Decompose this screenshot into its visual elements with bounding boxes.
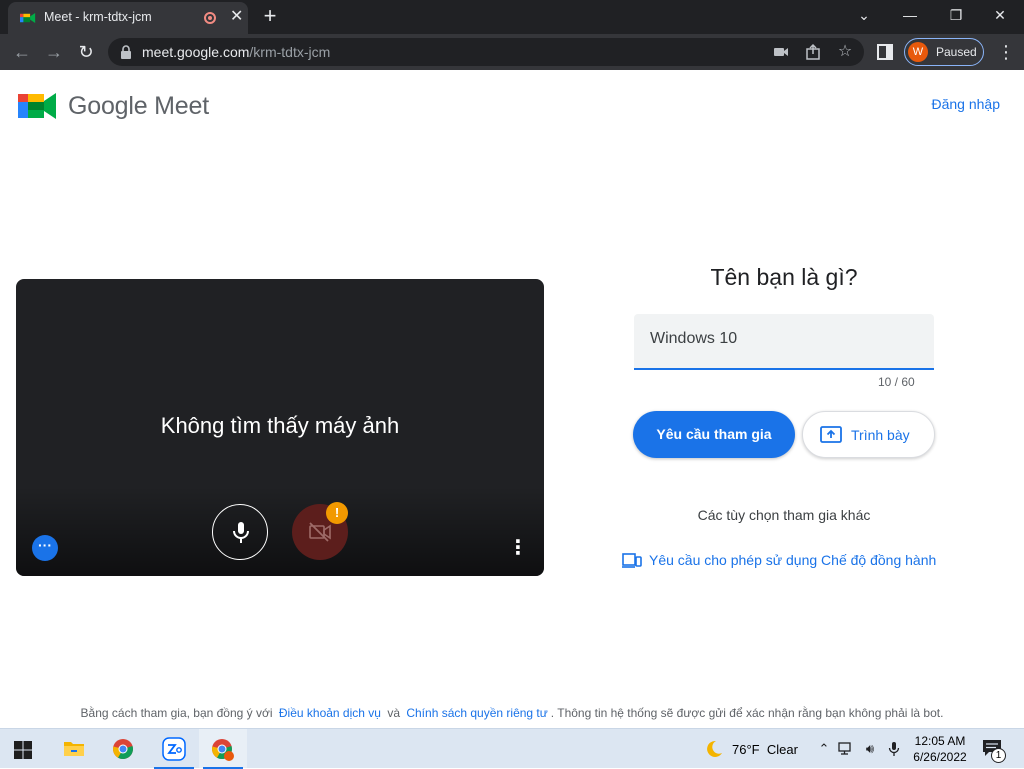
- logo-text: Google Meet: [68, 92, 209, 120]
- no-camera-message: Không tìm thấy máy ảnh: [160, 413, 400, 438]
- avatar: W: [908, 42, 928, 62]
- forward-icon[interactable]: →: [42, 40, 66, 64]
- signin-link[interactable]: Đăng nhập: [931, 96, 1000, 112]
- clock[interactable]: 12:05 AM 6/26/2022: [910, 733, 970, 765]
- recording-indicator-icon: [204, 12, 216, 24]
- browser-menu-icon[interactable]: ⋮: [994, 40, 1018, 64]
- camera-warning-badge: !: [326, 502, 348, 524]
- character-counter: 10 / 60: [878, 375, 915, 389]
- clock-time: 12:05 AM: [914, 734, 966, 748]
- microphone-tray-icon[interactable]: [886, 741, 902, 757]
- minimize-icon[interactable]: —: [898, 3, 922, 27]
- window-close-icon[interactable]: ✕: [988, 3, 1012, 27]
- camera-blocked-icon[interactable]: [772, 43, 790, 61]
- new-tab-button[interactable]: +: [260, 3, 280, 29]
- chrome-icon: [113, 739, 133, 760]
- more-options-dots-icon[interactable]: ···: [32, 535, 58, 561]
- tab-close-icon[interactable]: ✕: [230, 7, 243, 27]
- microphone-button[interactable]: [212, 504, 268, 560]
- name-input[interactable]: [650, 330, 918, 348]
- footer-and: và: [387, 706, 400, 720]
- privacy-link[interactable]: Chính sách quyền riêng tư: [403, 706, 550, 720]
- other-join-options-heading: Các tùy chọn tham gia khác: [697, 507, 871, 523]
- weather-text[interactable]: 76°F Clear: [732, 742, 798, 757]
- folder-icon: [64, 742, 84, 756]
- taskbar-chrome[interactable]: [99, 729, 147, 769]
- browser-tab[interactable]: Meet - krm-tdtx-jcm ✕: [8, 2, 248, 34]
- terms-link[interactable]: Điều khoản dịch vụ: [276, 706, 384, 720]
- present-screen-icon: [820, 426, 842, 443]
- side-panel-icon[interactable]: [876, 43, 894, 61]
- clock-date: 6/26/2022: [913, 750, 967, 764]
- profile-status: Paused: [936, 45, 977, 59]
- footer-prefix: Bằng cách tham gia, bạn đồng ý với: [80, 706, 273, 720]
- lock-icon: [121, 45, 131, 59]
- google-meet-logo-icon: [18, 93, 56, 119]
- microphone-icon: [233, 522, 249, 543]
- companion-mode-label: Yêu cầu cho phép sử dụng Chế độ đồng hàn…: [649, 552, 937, 568]
- present-label: Trình bày: [851, 427, 910, 443]
- taskbar-chrome-profile[interactable]: [199, 729, 247, 769]
- weather-moon-icon[interactable]: [702, 739, 724, 759]
- action-center-button[interactable]: 1: [982, 739, 1006, 763]
- terms-footer: Bằng cách tham gia, bạn đồng ý với Điều …: [0, 706, 1024, 720]
- ask-to-join-button[interactable]: Yêu cầu tham gia: [633, 411, 795, 458]
- windows-start-icon[interactable]: [14, 741, 32, 759]
- browser-toolbar: ← → ↻ meet.google.com/krm-tdtx-jcm ☆ W P…: [0, 34, 1024, 70]
- footer-suffix: . Thông tin hệ thống sẽ được gửi để xác …: [550, 706, 944, 720]
- overflow-menu-icon[interactable]: ⋮: [508, 535, 528, 561]
- show-hidden-icons-icon[interactable]: ⌃: [816, 741, 832, 757]
- camera-off-icon: [309, 522, 331, 542]
- name-field[interactable]: [634, 314, 934, 370]
- back-icon[interactable]: ←: [10, 40, 34, 64]
- share-icon[interactable]: [804, 43, 822, 61]
- notification-count-badge: 1: [991, 748, 1006, 763]
- reload-icon[interactable]: ↻: [74, 40, 98, 64]
- taskbar-file-explorer[interactable]: [50, 729, 98, 769]
- preview-shade: [16, 486, 544, 576]
- meet-favicon-icon: [20, 12, 36, 24]
- tab-title: Meet - krm-tdtx-jcm: [44, 10, 152, 24]
- restore-icon[interactable]: ❐: [944, 3, 968, 27]
- name-question: Tên bạn là gì?: [710, 264, 858, 290]
- bookmark-star-icon[interactable]: ☆: [836, 43, 854, 61]
- chrome-profile-icon: [212, 739, 234, 761]
- browser-tab-strip: Meet - krm-tdtx-jcm ✕ + ⌄ — ❐ ✕: [0, 0, 1024, 34]
- tab-search-icon[interactable]: ⌄: [852, 3, 876, 27]
- taskbar-zalo[interactable]: [150, 729, 198, 769]
- profile-button[interactable]: W Paused: [904, 38, 984, 66]
- zalo-icon: [162, 737, 186, 761]
- network-icon[interactable]: [838, 741, 854, 757]
- volume-icon[interactable]: 🔊︎: [862, 741, 878, 757]
- url-text: meet.google.com/krm-tdtx-jcm: [142, 44, 331, 60]
- camera-preview: Không tìm thấy máy ảnh ! ··· ⋮: [16, 279, 544, 576]
- present-button[interactable]: Trình bày: [802, 411, 935, 458]
- address-bar[interactable]: meet.google.com/krm-tdtx-jcm ☆: [108, 38, 864, 66]
- companion-devices-icon: [622, 553, 642, 568]
- windows-taskbar: 76°F Clear ⌃ 🔊︎ 12:05 AM 6/26/2022 1: [0, 728, 1024, 769]
